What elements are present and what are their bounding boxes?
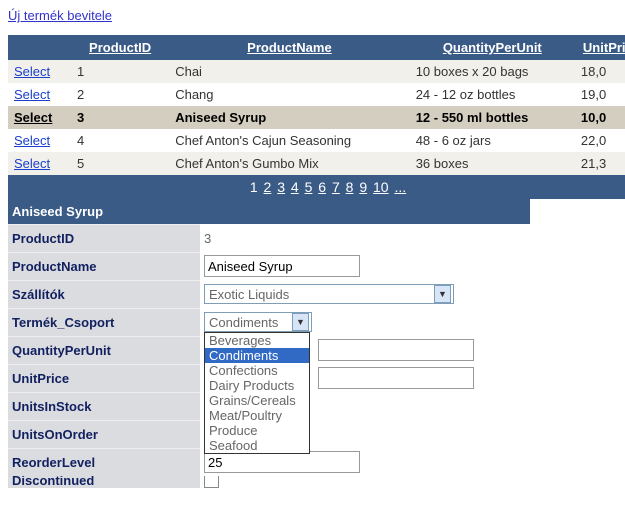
grid-header-unitprice[interactable]: UnitPrice — [583, 40, 625, 55]
table-row: Select 1 Chai 10 boxes x 20 bags 18,0 — [8, 60, 625, 83]
pager-link[interactable]: 10 — [373, 179, 389, 195]
table-row: Select 2 Chang 24 - 12 oz bottles 19,0 — [8, 83, 625, 106]
cell-qpu: 24 - 12 oz bottles — [410, 83, 575, 106]
category-dropdown-list[interactable]: Beverages Condiments Confections Dairy P… — [204, 332, 310, 454]
products-grid: ProductID ProductName QuantityPerUnit Un… — [8, 35, 625, 199]
cell-productid: 3 — [71, 106, 169, 129]
label-category: Termék_Csoport — [8, 308, 200, 336]
pager: 1 2 3 4 5 6 7 8 9 10 ... — [8, 175, 625, 199]
label-qpu: QuantityPerUnit — [8, 336, 200, 364]
cell-price: 10,0 — [575, 106, 625, 129]
table-row-selected: Select 3 Aniseed Syrup 12 - 550 ml bottl… — [8, 106, 625, 129]
value-productid: 3 — [200, 228, 530, 249]
table-row: Select 5 Chef Anton's Gumbo Mix 36 boxes… — [8, 152, 625, 175]
label-productname: ProductName — [8, 252, 200, 280]
cell-productid: 5 — [71, 152, 169, 175]
cell-productid: 1 — [71, 60, 169, 83]
label-productid: ProductID — [8, 224, 200, 252]
chevron-down-icon: ▼ — [292, 313, 309, 331]
category-option[interactable]: Dairy Products — [205, 378, 309, 393]
label-supplier: Szállítók — [8, 280, 200, 308]
category-select[interactable]: Condiments ▼ — [204, 312, 312, 332]
cell-productid: 4 — [71, 129, 169, 152]
pager-link[interactable]: 9 — [359, 179, 367, 195]
category-option[interactable]: Produce — [205, 423, 309, 438]
select-link[interactable]: Select — [14, 64, 50, 79]
details-title: Aniseed Syrup — [8, 199, 530, 224]
category-option[interactable]: Meat/Poultry — [205, 408, 309, 423]
pager-link[interactable]: ... — [394, 179, 406, 195]
cell-price: 19,0 — [575, 83, 625, 106]
add-product-link[interactable]: Új termék bevitele — [8, 8, 112, 23]
cell-productname: Chang — [169, 83, 409, 106]
productname-input[interactable] — [204, 255, 360, 277]
cell-productname: Aniseed Syrup — [169, 106, 409, 129]
category-option[interactable]: Confections — [205, 363, 309, 378]
label-reorder: ReorderLevel — [8, 448, 200, 476]
category-option[interactable]: Seafood — [205, 438, 309, 453]
select-link[interactable]: Select — [14, 87, 50, 102]
cell-productname: Chef Anton's Cajun Seasoning — [169, 129, 409, 152]
cell-price: 21,3 — [575, 152, 625, 175]
unitprice-input[interactable] — [318, 367, 474, 389]
supplier-select[interactable]: Exotic Liquids ▼ — [204, 284, 454, 304]
cell-qpu: 12 - 550 ml bottles — [410, 106, 575, 129]
select-link[interactable]: Select — [14, 110, 52, 125]
grid-header-productname[interactable]: ProductName — [247, 40, 332, 55]
category-option[interactable]: Grains/Cereals — [205, 393, 309, 408]
grid-header-productid[interactable]: ProductID — [89, 40, 151, 55]
supplier-select-value: Exotic Liquids — [209, 287, 289, 302]
pager-current: 1 — [250, 179, 258, 195]
cell-qpu: 48 - 6 oz jars — [410, 129, 575, 152]
qpu-input[interactable] — [318, 339, 474, 361]
cell-qpu: 10 boxes x 20 bags — [410, 60, 575, 83]
category-select-value: Condiments — [209, 315, 278, 330]
pager-link[interactable]: 6 — [318, 179, 326, 195]
category-option-selected[interactable]: Condiments — [205, 348, 309, 363]
pager-link[interactable]: 5 — [305, 179, 313, 195]
grid-header-select — [8, 35, 71, 60]
grid-header-row: ProductID ProductName QuantityPerUnit Un… — [8, 35, 625, 60]
pager-link[interactable]: 4 — [291, 179, 299, 195]
details-view: Aniseed Syrup ProductID 3 ProductName Sz… — [8, 199, 530, 488]
label-unitsonorder: UnitsOnOrder — [8, 420, 200, 448]
label-unitsinstock: UnitsInStock — [8, 392, 200, 420]
pager-link[interactable]: 8 — [346, 179, 354, 195]
label-discontinued: Discontinued — [8, 476, 200, 488]
label-unitprice: UnitPrice — [8, 364, 200, 392]
grid-header-qpu[interactable]: QuantityPerUnit — [443, 40, 542, 55]
pager-link[interactable]: 3 — [277, 179, 285, 195]
table-row: Select 4 Chef Anton's Cajun Seasoning 48… — [8, 129, 625, 152]
cell-price: 18,0 — [575, 60, 625, 83]
reorder-input[interactable] — [204, 451, 360, 473]
cell-price: 22,0 — [575, 129, 625, 152]
cell-productname: Chai — [169, 60, 409, 83]
cell-productid: 2 — [71, 83, 169, 106]
select-link[interactable]: Select — [14, 133, 50, 148]
pager-link[interactable]: 2 — [264, 179, 272, 195]
chevron-down-icon: ▼ — [434, 285, 451, 303]
cell-qpu: 36 boxes — [410, 152, 575, 175]
category-option[interactable]: Beverages — [205, 333, 309, 348]
pager-link[interactable]: 7 — [332, 179, 340, 195]
cell-productname: Chef Anton's Gumbo Mix — [169, 152, 409, 175]
discontinued-checkbox[interactable] — [204, 476, 219, 488]
select-link[interactable]: Select — [14, 156, 50, 171]
